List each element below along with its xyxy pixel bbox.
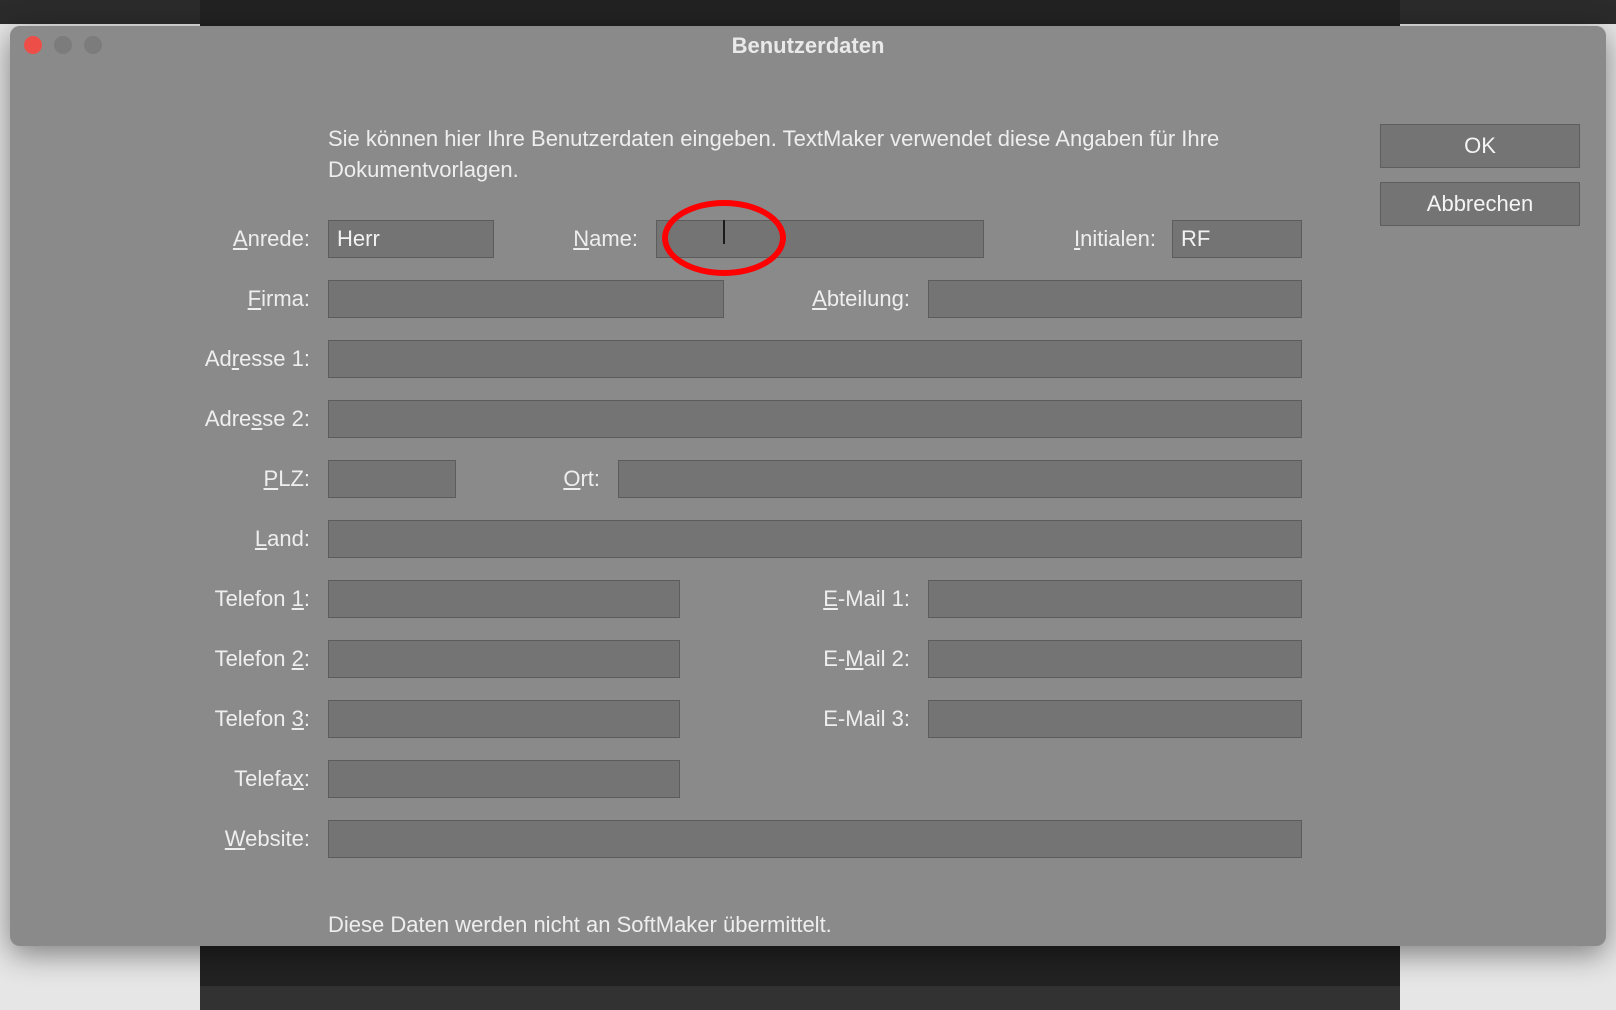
dialog-buttons: OK Abbrechen bbox=[1380, 124, 1580, 226]
tel2-field[interactable] bbox=[328, 640, 680, 678]
firma-field[interactable] bbox=[328, 280, 724, 318]
label-abteilung: Abteilung: bbox=[740, 286, 910, 312]
label-email2: E-Mail 2: bbox=[710, 646, 910, 672]
minimize-icon[interactable] bbox=[54, 36, 72, 54]
user-data-dialog: Benutzerdaten OK Abbrechen Sie können hi… bbox=[10, 26, 1606, 946]
maximize-icon[interactable] bbox=[84, 36, 102, 54]
label-anrede: Anrede: bbox=[10, 226, 310, 252]
close-icon[interactable] bbox=[24, 36, 42, 54]
label-ort: Ort: bbox=[470, 466, 600, 492]
abteilung-field[interactable] bbox=[928, 280, 1302, 318]
label-email3: E-Mail 3: bbox=[710, 706, 910, 732]
initialen-field[interactable] bbox=[1172, 220, 1302, 258]
label-land: Land: bbox=[10, 526, 310, 552]
label-tel1: Telefon 1: bbox=[10, 586, 310, 612]
label-plz: PLZ: bbox=[10, 466, 310, 492]
window-controls bbox=[24, 36, 102, 54]
intro-text: Sie können hier Ihre Benutzerdaten einge… bbox=[328, 124, 1228, 186]
label-website: Website: bbox=[10, 826, 310, 852]
footer-note: Diese Daten werden nicht an SoftMaker üb… bbox=[328, 912, 832, 938]
adresse2-field[interactable] bbox=[328, 400, 1302, 438]
label-adresse2: Adresse 2: bbox=[10, 406, 310, 432]
email3-field[interactable] bbox=[928, 700, 1302, 738]
ort-field[interactable] bbox=[618, 460, 1302, 498]
tel1-field[interactable] bbox=[328, 580, 680, 618]
titlebar: Benutzerdaten bbox=[10, 26, 1606, 66]
email1-field[interactable] bbox=[928, 580, 1302, 618]
adresse1-field[interactable] bbox=[328, 340, 1302, 378]
label-tel3: Telefon 3: bbox=[10, 706, 310, 732]
ok-button[interactable]: OK bbox=[1380, 124, 1580, 168]
telefax-field[interactable] bbox=[328, 760, 680, 798]
tel3-field[interactable] bbox=[328, 700, 680, 738]
text-cursor-icon bbox=[723, 220, 725, 244]
email2-field[interactable] bbox=[928, 640, 1302, 678]
label-initialen: Initialen: bbox=[1000, 226, 1156, 252]
cancel-button[interactable]: Abbrechen bbox=[1380, 182, 1580, 226]
label-email1: E-Mail 1: bbox=[710, 586, 910, 612]
anrede-field[interactable] bbox=[328, 220, 494, 258]
label-firma: Firma: bbox=[10, 286, 310, 312]
name-field[interactable] bbox=[656, 220, 984, 258]
website-field[interactable] bbox=[328, 820, 1302, 858]
label-tel2: Telefon 2: bbox=[10, 646, 310, 672]
plz-field[interactable] bbox=[328, 460, 456, 498]
dialog-title: Benutzerdaten bbox=[10, 33, 1606, 59]
label-name: Name: bbox=[510, 226, 638, 252]
land-field[interactable] bbox=[328, 520, 1302, 558]
label-telefax: Telefax: bbox=[10, 766, 310, 792]
label-adresse1: Adresse 1: bbox=[10, 346, 310, 372]
